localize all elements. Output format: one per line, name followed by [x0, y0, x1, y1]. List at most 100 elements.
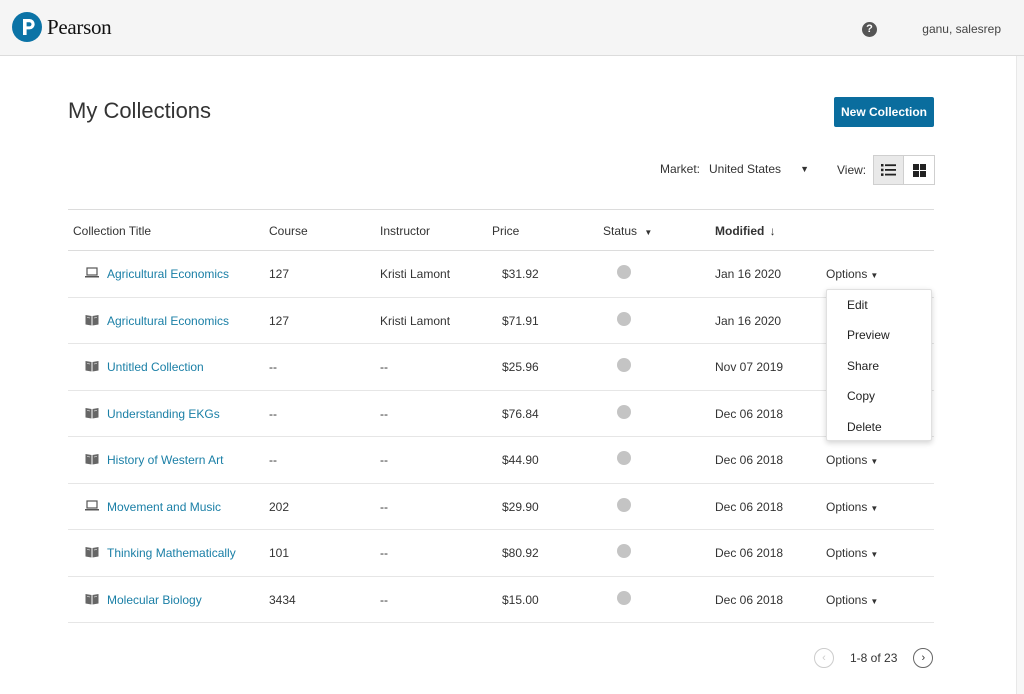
chevron-down-icon: ▼: [870, 550, 879, 559]
laptop-icon: [85, 499, 99, 512]
options-dropdown[interactable]: Options ▼: [826, 546, 878, 560]
market-select[interactable]: United States ▼: [709, 162, 809, 176]
instructor-cell: --: [380, 360, 388, 374]
collection-title-link[interactable]: Movement and Music: [107, 500, 221, 514]
modified-cell: Dec 06 2018: [715, 546, 784, 560]
table-row: Movement and Music 202 -- $29.90 Dec 06 2018…: [68, 484, 934, 530]
modified-cell: Nov 07 2019: [715, 360, 784, 374]
chevron-left-icon: ‹: [822, 652, 826, 664]
table-row: Thinking Mathematically 101 -- $80.92 Dec 06…: [68, 530, 934, 577]
menu-item-share[interactable]: Share: [827, 359, 931, 389]
status-clock-icon: [617, 544, 631, 558]
options-label: Options: [826, 592, 868, 607]
instructor-cell: --: [380, 546, 388, 560]
status-clock-icon: [617, 590, 631, 605]
course-cell: --: [269, 406, 277, 421]
collection-title-link[interactable]: Untitled Collection: [107, 360, 204, 374]
collection-title-link[interactable]: Molecular Biology: [107, 593, 202, 607]
instructor-cell: --: [380, 499, 388, 514]
col-header-title[interactable]: Collection Title: [73, 224, 151, 238]
price-cell: $15.00: [502, 592, 539, 607]
options-dropdown[interactable]: Options ▼: [826, 500, 878, 514]
options-dropdown[interactable]: Options ▼: [826, 593, 878, 607]
col-header-price[interactable]: Price: [492, 224, 519, 238]
table-body: Agricultural Economics 127 Kristi Lamont $3…: [68, 251, 934, 623]
status-clock-icon: [617, 497, 631, 512]
top-bar: Pearson ? ganu, salesrep: [0, 0, 1024, 56]
laptop-icon: [85, 267, 99, 279]
options-label: Options: [826, 546, 868, 560]
user-menu[interactable]: ganu, salesrep: [922, 22, 1001, 36]
course-cell: 127: [269, 313, 290, 328]
chevron-down-icon: ▼: [870, 596, 879, 606]
collection-title-link[interactable]: Understanding EKGs: [107, 407, 220, 421]
price-cell: $80.92: [502, 546, 539, 560]
chevron-down-icon: ▼: [870, 503, 879, 513]
page-title: My Collections: [68, 98, 212, 123]
help-icon[interactable]: ?: [862, 22, 877, 37]
col-header-status[interactable]: Status ▼: [603, 224, 652, 238]
collection-title-link[interactable]: Agricultural Economics: [107, 267, 229, 281]
col-header-instructor[interactable]: Instructor: [380, 224, 430, 238]
course-cell: 127: [269, 267, 290, 281]
chevron-down-icon: ▼: [870, 271, 879, 280]
book-icon: [85, 360, 99, 372]
modified-cell: Dec 06 2018: [715, 592, 784, 607]
modified-header-label: Modified: [715, 224, 765, 238]
book-icon: [85, 546, 99, 558]
collection-title-link[interactable]: Agricultural Economics: [107, 314, 229, 328]
grid-view-icon: [912, 163, 926, 177]
chevron-right-icon: ›: [921, 652, 926, 664]
col-header-modified[interactable]: Modified ↓: [715, 224, 776, 238]
new-collection-button[interactable]: New Collection: [834, 97, 934, 127]
list-view-button[interactable]: [874, 156, 905, 184]
options-menu: Edit Preview Share Copy Delete: [826, 289, 932, 441]
pearson-logo[interactable]: Pearson: [12, 12, 112, 42]
collection-title-link[interactable]: History of Western Art: [107, 453, 223, 467]
list-view-icon: [881, 164, 896, 176]
view-toggle: [873, 155, 935, 185]
instructor-cell: --: [380, 453, 388, 467]
menu-item-preview[interactable]: Preview: [827, 328, 931, 358]
col-header-course[interactable]: Course: [269, 224, 308, 238]
table-row: Understanding EKGs -- -- $76.84 Dec 06 2018: [68, 391, 934, 437]
table-row: Agricultural Economics 127 Kristi Lamont $7…: [68, 298, 934, 344]
sort-down-arrow-icon: ↓: [769, 224, 776, 238]
brand-name: Pearson: [47, 14, 112, 39]
options-dropdown[interactable]: Options ▼: [826, 453, 878, 467]
collection-title-link[interactable]: Thinking Mathematically: [107, 546, 236, 560]
modified-cell: Jan 16 2020: [715, 267, 782, 281]
instructor-cell: Kristi Lamont: [380, 313, 451, 328]
options-label: Options: [826, 499, 868, 514]
status-clock-icon: [617, 451, 631, 465]
table-row: Agricultural Economics 127 Kristi Lamont $3…: [68, 251, 934, 298]
book-icon: [85, 407, 99, 419]
prev-page-button[interactable]: ‹: [814, 648, 834, 668]
menu-item-edit[interactable]: Edit: [827, 298, 931, 328]
instructor-cell: Kristi Lamont: [380, 267, 451, 281]
status-clock-icon: [617, 404, 631, 419]
modified-cell: Dec 06 2018: [715, 499, 784, 514]
modified-cell: Jan 16 2020: [715, 313, 782, 328]
market-value: United States: [709, 162, 782, 176]
options-dropdown[interactable]: Options ▼: [826, 267, 878, 281]
chevron-down-icon: ▼: [870, 457, 879, 466]
next-page-button[interactable]: ›: [913, 648, 934, 668]
options-label: Options: [826, 267, 868, 281]
grid-view-button[interactable]: [904, 156, 934, 184]
menu-item-delete[interactable]: Delete: [827, 420, 931, 450]
pearson-logo-icon: [12, 12, 42, 42]
course-cell: 3434: [269, 592, 296, 607]
page-scrollbar[interactable]: [1016, 56, 1024, 694]
book-icon: [85, 593, 99, 605]
pagination: ‹ 1-8 of 23 ›: [814, 648, 934, 668]
options-label: Options: [826, 453, 868, 467]
table-header: Collection Title Course Instructor Price…: [68, 209, 934, 251]
price-cell: $29.90: [502, 499, 539, 514]
price-cell: $76.84: [502, 406, 539, 421]
course-cell: --: [269, 453, 277, 467]
instructor-cell: --: [380, 592, 388, 607]
chevron-down-icon: ▼: [644, 228, 653, 237]
menu-item-copy[interactable]: Copy: [827, 389, 931, 419]
book-icon: [85, 453, 99, 465]
